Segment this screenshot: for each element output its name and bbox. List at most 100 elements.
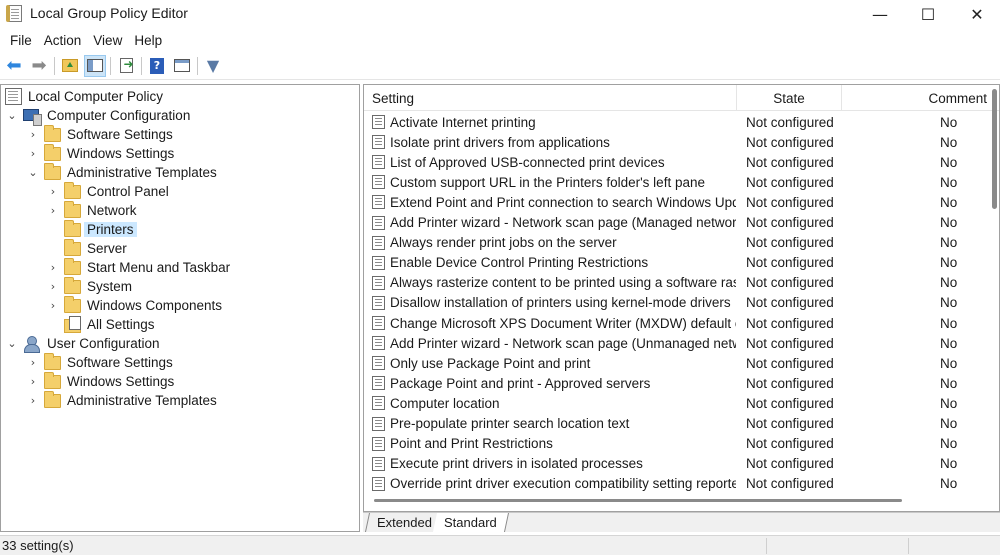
chevron-down-icon[interactable]: ⌄ [26,166,40,179]
show-hide-console-tree-button[interactable] [84,54,106,77]
tree-item-cc-windows-settings[interactable]: › Windows Settings [26,143,177,163]
setting-name: Add Printer wizard - Network scan page (… [390,215,736,230]
tree-item-uc-administrative-templates[interactable]: › Administrative Templates [26,390,220,410]
tree-item-computer-configuration[interactable]: ⌄ Computer Configuration [5,106,193,126]
policy-setting-icon [372,295,385,310]
table-row[interactable]: Package Point and print - Approved serve… [364,373,994,393]
table-row[interactable]: Activate Internet printing Not configured… [364,112,994,132]
tree-item-network[interactable]: › Network [46,200,140,220]
back-arrow-icon: ⬅ [6,55,22,76]
maximize-button[interactable]: ☐ [903,0,953,28]
minimize-button[interactable]: — [855,0,905,28]
help-button[interactable]: ? [146,55,168,77]
forward-arrow-icon: ➡ [31,55,47,76]
chevron-right-icon[interactable]: › [46,280,60,293]
folder-icon [64,276,81,294]
table-row[interactable]: Isolate print drivers from applications N… [364,132,994,152]
table-row[interactable]: Always rasterize content to be printed u… [364,273,994,293]
horizontal-scrollbar[interactable] [374,499,902,502]
policy-setting-icon [372,155,385,170]
table-row[interactable]: Add Printer wizard - Network scan page (… [364,333,994,353]
chevron-right-icon[interactable]: › [46,299,60,312]
folder-icon [64,238,81,256]
setting-name: Custom support URL in the Printers folde… [390,174,705,190]
properties-button[interactable] [171,55,193,77]
tab-standard[interactable]: Standard [432,513,509,532]
tree-item-local-computer-policy[interactable]: Local Computer Policy [5,87,166,106]
setting-name: Isolate print drivers from applications [390,134,610,150]
chevron-right-icon[interactable]: › [26,375,40,388]
table-row[interactable]: Execute print drivers in isolated proces… [364,454,994,474]
folder-icon [44,143,61,161]
tree-item-cc-software-settings[interactable]: › Software Settings [26,124,176,144]
column-header-state[interactable]: State [736,85,841,111]
table-row[interactable]: Point and Print Restrictions Not configur… [364,434,994,454]
tree-item-uc-software-settings[interactable]: › Software Settings [26,352,176,372]
tree-label: Software Settings [67,127,173,142]
chevron-right-icon[interactable]: › [46,204,60,217]
table-row[interactable]: Custom support URL in the Printers folde… [364,172,994,192]
tree-item-start-menu-taskbar[interactable]: › Start Menu and Taskbar [46,257,233,277]
table-row[interactable]: Pre-populate printer search location tex… [364,414,994,434]
tree-item-system[interactable]: › System [46,276,135,296]
policy-setting-icon [372,215,385,230]
table-row[interactable]: Add Printer wizard - Network scan page (… [364,213,994,233]
table-row[interactable]: Override print driver execution compatib… [364,474,994,494]
tree-item-server[interactable]: Server [60,238,130,258]
tree-item-uc-windows-settings[interactable]: › Windows Settings [26,371,177,391]
setting-comment: No [940,154,958,170]
chevron-right-icon[interactable]: › [26,356,40,369]
policy-setting-icon [372,235,385,250]
tree-item-printers[interactable]: Printers [60,219,137,239]
tab-extended[interactable]: Extended [364,513,444,532]
table-row[interactable]: Only use Package Point and print Not conf… [364,353,994,373]
tree-item-control-panel[interactable]: › Control Panel [46,181,172,201]
forward-button[interactable]: ➡ [28,55,50,77]
table-row[interactable]: Computer location Not configured No [364,393,994,413]
tree-label: Printers [84,222,137,237]
status-bar: 33 setting(s) [0,535,1000,555]
tree-label: System [87,279,133,294]
table-row[interactable]: Extend Point and Print connection to sea… [364,192,994,212]
status-divider [908,538,909,554]
table-row[interactable]: Enable Device Control Printing Restricti… [364,253,994,273]
setting-state: Not configured [746,255,834,271]
tree-label: All Settings [87,317,155,332]
setting-name: Execute print drivers in isolated proces… [390,456,643,472]
back-button[interactable]: ⬅ [3,55,25,77]
tree-item-user-configuration[interactable]: ⌄ User Configuration [5,334,163,353]
vertical-scrollbar[interactable] [992,89,997,209]
chevron-right-icon[interactable]: › [26,394,40,407]
export-list-button[interactable] [115,55,137,77]
folder-icon [44,352,61,370]
tree-item-windows-components[interactable]: › Windows Components [46,295,225,315]
tree-item-cc-administrative-templates[interactable]: ⌄ Administrative Templates [26,162,220,182]
table-row[interactable]: Disallow installation of printers using … [364,293,994,313]
chevron-down-icon[interactable]: ⌄ [5,337,19,350]
folder-icon [44,371,61,389]
column-header-comment[interactable]: Comment [841,85,999,111]
chevron-right-icon[interactable]: › [26,128,40,141]
table-row[interactable]: Change Microsoft XPS Document Writer (MX… [364,313,994,333]
filter-button[interactable]: ▼ [202,55,224,77]
menu-file[interactable]: File [4,33,38,48]
close-button[interactable]: ✕ [952,0,1000,28]
menu-action[interactable]: Action [38,33,88,48]
setting-state: Not configured [746,335,834,351]
table-row[interactable]: List of Approved USB-connected print dev… [364,152,994,172]
setting-name: Package Point and print - Approved serve… [390,375,651,391]
menu-view[interactable]: View [87,33,128,48]
chevron-right-icon[interactable]: › [26,147,40,160]
column-header-setting[interactable]: Setting [372,85,414,111]
table-row[interactable]: Always render print jobs on the server No… [364,233,994,253]
tree-item-all-settings[interactable]: All Settings [60,315,158,334]
up-one-level-button[interactable] [59,55,81,77]
chevron-down-icon[interactable]: ⌄ [5,109,19,122]
menu-help[interactable]: Help [128,33,168,48]
tree-label: Windows Settings [67,374,175,389]
chevron-right-icon[interactable]: › [46,261,60,274]
chevron-right-icon[interactable]: › [46,185,60,198]
setting-comment: No [940,315,958,331]
tree-label: Network [87,203,137,218]
all-settings-icon [64,316,81,333]
